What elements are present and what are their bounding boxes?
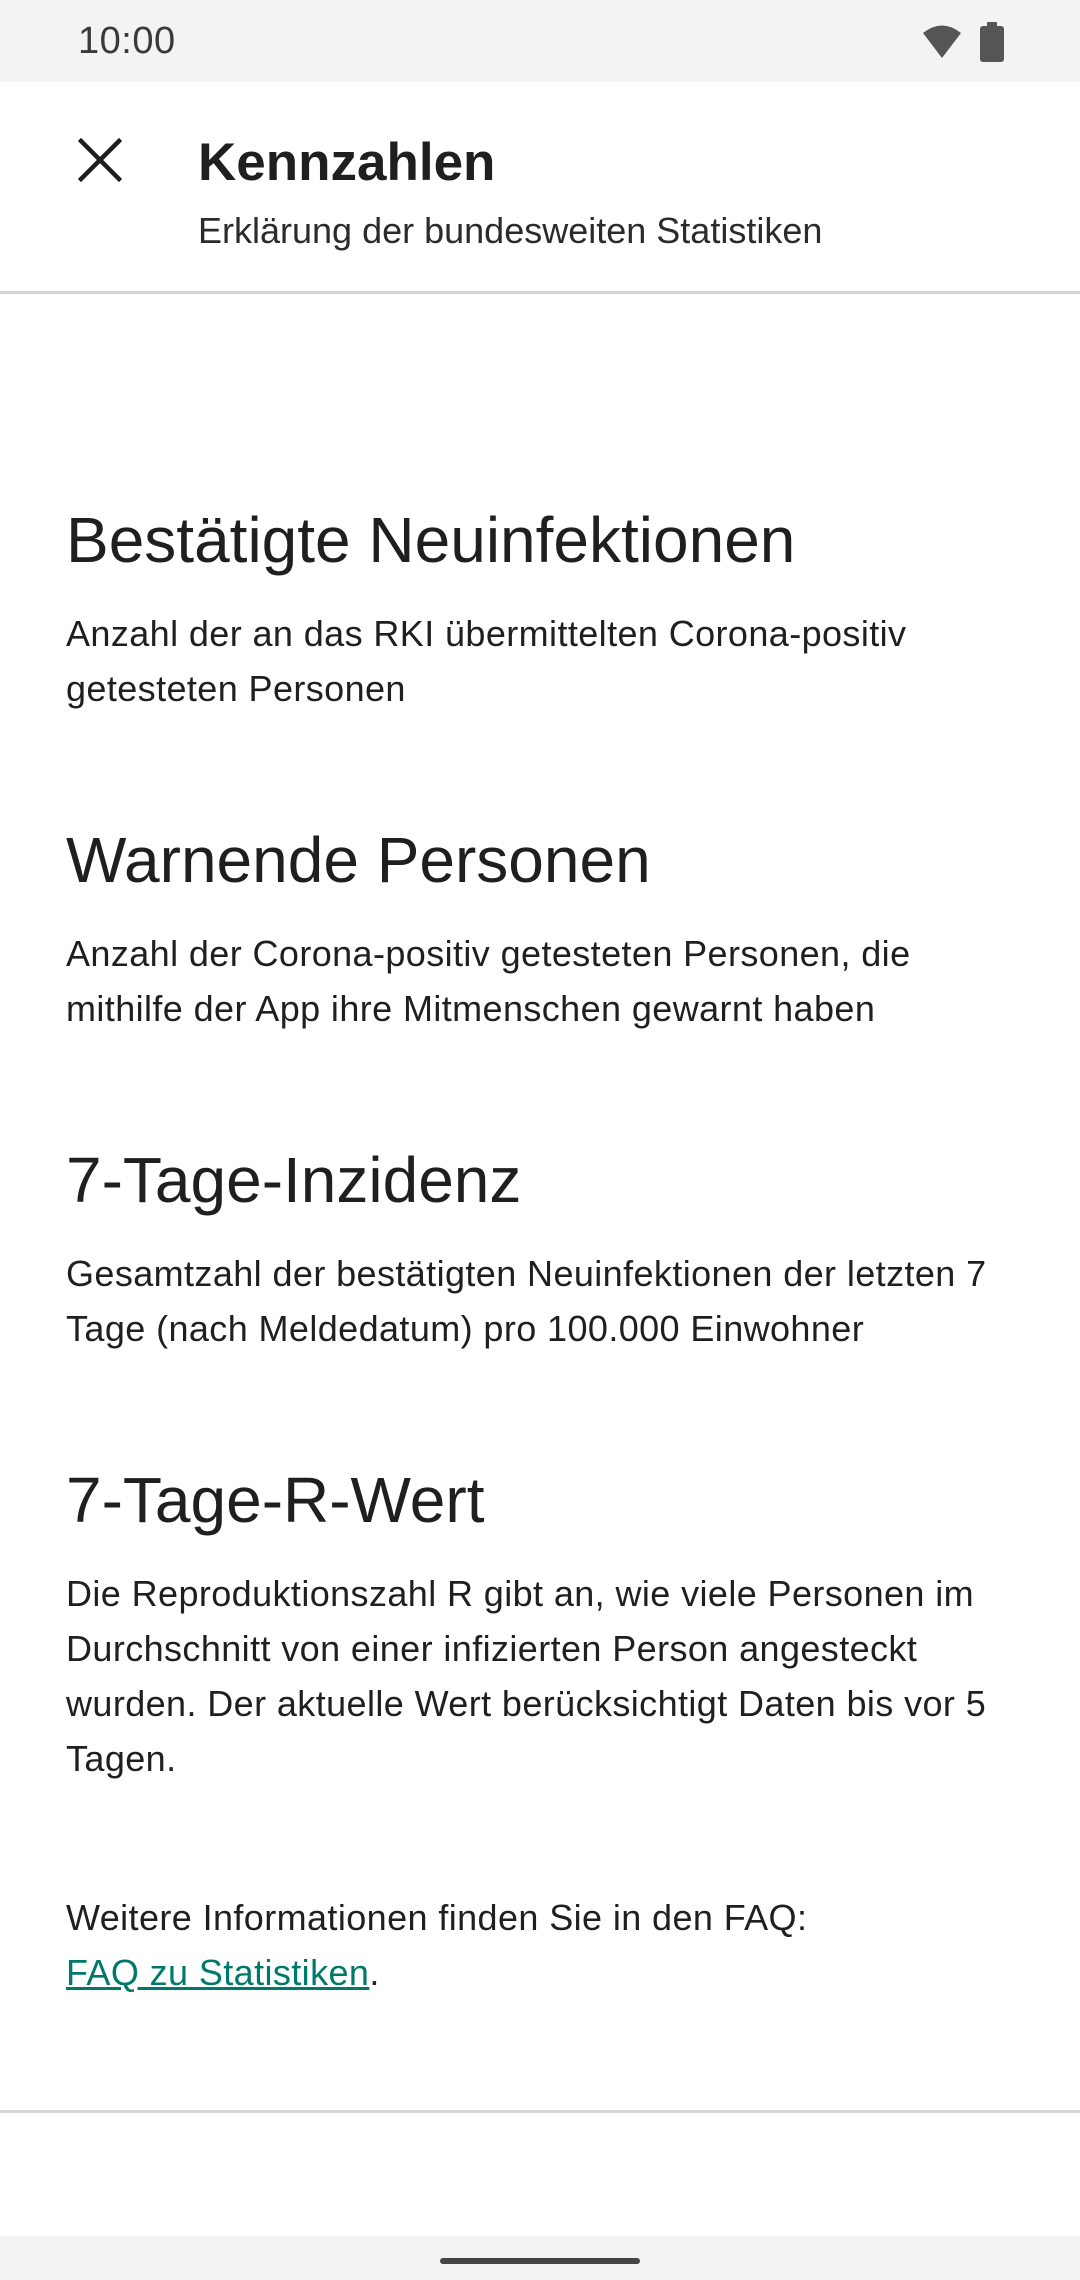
status-icons [922, 22, 1004, 67]
section-title: 7-Tage-R-Wert [66, 1464, 485, 1536]
section-7-day-r-value: 7-Tage-R-Wert Die Reproduktionszahl R gi… [66, 1460, 1016, 1786]
more-info: Weitere Informationen finden Sie in den … [66, 1890, 1016, 2000]
wifi-icon [922, 24, 962, 65]
section-text: Anzahl der an das RKI übermittelten Coro… [66, 613, 907, 709]
status-bar: 10:00 [0, 0, 1080, 82]
page-subtitle: Erklärung der bundesweiten Statistiken [198, 210, 823, 251]
section-title: Warnende Personen [66, 824, 651, 896]
bottom-divider [0, 2110, 1080, 2113]
section-title: Bestätigte Neuinfektionen [66, 504, 796, 576]
section-text: Gesamtzahl der bestätigten Neuinfektione… [66, 1253, 987, 1349]
page-title: Kennzahlen [198, 133, 496, 192]
status-time: 10:00 [78, 20, 176, 62]
section-confirmed-infections: Bestätigte Neuinfektionen Anzahl der an … [66, 500, 1016, 716]
navigation-bar [0, 2236, 1080, 2280]
more-info-text: Weitere Informationen finden Sie in den … [66, 1897, 808, 1938]
section-text: Die Reproduktionszahl R gibt an, wie vie… [66, 1573, 987, 1779]
app-bar: Kennzahlen Erklärung der bundesweiten St… [0, 82, 1080, 294]
content: Bestätigte Neuinfektionen Anzahl der an … [66, 500, 1016, 2000]
close-button[interactable] [64, 126, 136, 198]
section-text: Anzahl der Corona-positiv getesteten Per… [66, 933, 911, 1029]
section-7-day-incidence: 7-Tage-Inzidenz Gesamtzahl der bestätigt… [66, 1140, 1016, 1356]
faq-link[interactable]: FAQ zu Statistiken [66, 1952, 369, 1993]
section-title: 7-Tage-Inzidenz [66, 1144, 522, 1216]
more-info-suffix: . [369, 1952, 380, 1993]
close-icon [77, 137, 123, 187]
section-warning-persons: Warnende Personen Anzahl der Corona-posi… [66, 820, 1016, 1036]
gesture-handle[interactable] [440, 2258, 640, 2264]
battery-icon [980, 22, 1004, 67]
